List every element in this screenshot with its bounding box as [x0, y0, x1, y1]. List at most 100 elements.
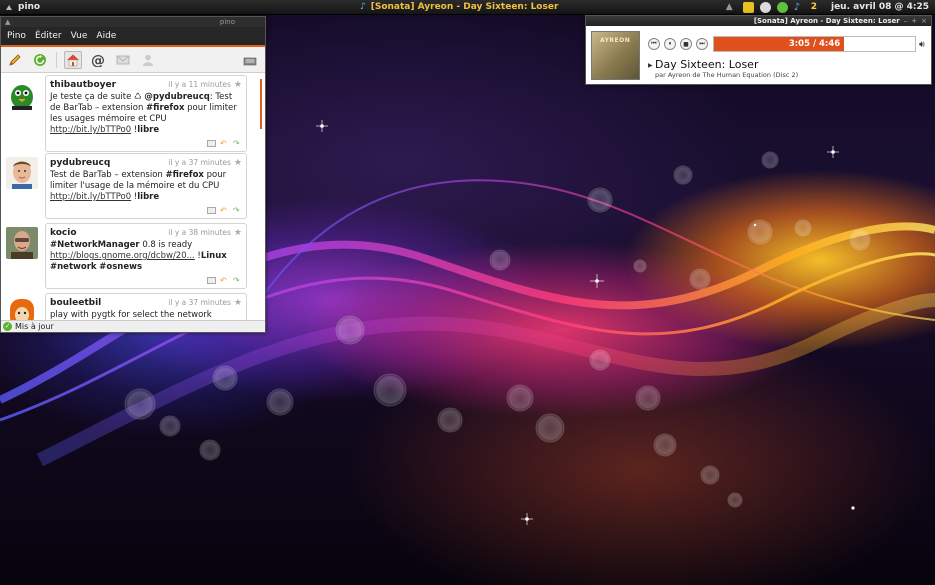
- active-app-name[interactable]: pino: [18, 2, 40, 12]
- pause-icon[interactable]: ⏸: [664, 38, 676, 50]
- home-icon[interactable]: [64, 50, 82, 69]
- workspace-number[interactable]: 2: [811, 2, 817, 12]
- panel-left: pino: [0, 2, 300, 12]
- update-icon[interactable]: [776, 1, 788, 13]
- network-icon[interactable]: [759, 1, 771, 13]
- expand-arrow-icon[interactable]: ▶: [648, 62, 653, 69]
- tweet-link[interactable]: http://bit.ly/bTTPo0: [50, 192, 131, 202]
- tweet-highlight[interactable]: #network: [50, 262, 97, 272]
- reply-icon[interactable]: ↶: [220, 277, 229, 285]
- compose-icon[interactable]: [241, 52, 259, 70]
- tweet-item[interactable]: bouleetbil il y a 37 minutes ★ play with …: [1, 293, 265, 321]
- pino-window-title: pino: [219, 18, 235, 26]
- tweet-link[interactable]: http://bit.ly/bTTPo0: [50, 125, 131, 135]
- tweet-highlight[interactable]: Linux: [201, 251, 227, 261]
- menu-editer[interactable]: Éditer: [35, 31, 62, 41]
- tweet-time: il y a 11 minutes: [168, 80, 231, 89]
- tweet-username[interactable]: kocio: [50, 228, 77, 238]
- favorite-star-icon[interactable]: ★: [234, 298, 242, 308]
- status-text: Mis à jour: [15, 322, 54, 331]
- panel-menu-icon[interactable]: [6, 4, 12, 10]
- mentions-icon[interactable]: @: [89, 51, 107, 69]
- tweet-highlight[interactable]: libre: [137, 125, 159, 135]
- track-title: Day Sixteen: Loser: [655, 58, 759, 71]
- clock[interactable]: jeu. avril 08 @ 4:25: [831, 2, 929, 12]
- tweet-bubble: kocio il y a 38 minutes ★ #NetworkManager…: [45, 223, 247, 289]
- tweet-highlight[interactable]: #osnews: [99, 262, 142, 272]
- tweet-bubble: thibautboyer il y a 11 minutes ★ Je teste…: [45, 75, 247, 152]
- avatar[interactable]: [6, 227, 38, 259]
- notification-icon[interactable]: ▲: [726, 2, 737, 13]
- minimize-icon[interactable]: –: [904, 17, 908, 25]
- refresh-icon[interactable]: [31, 51, 49, 69]
- tweet-text-part: Je teste ça de suite ♺: [50, 92, 145, 102]
- tweet-username[interactable]: pydubreucq: [50, 158, 110, 168]
- tweet-bubble: bouleetbil il y a 37 minutes ★ play with …: [45, 293, 247, 321]
- mail-icon[interactable]: [742, 1, 754, 13]
- menu-vue[interactable]: Vue: [71, 31, 88, 41]
- direct-message-icon[interactable]: [207, 140, 216, 147]
- menu-pino[interactable]: Pino: [7, 31, 26, 41]
- reply-icon[interactable]: ↶: [220, 140, 229, 148]
- tweet-text: #NetworkManager 0.8 is ready http://blog…: [50, 240, 242, 273]
- tweet-username[interactable]: thibautboyer: [50, 80, 116, 90]
- tweet-item[interactable]: kocio il y a 38 minutes ★ #NetworkManager…: [1, 223, 265, 289]
- track-artist: par Ayreon de The Human Equation (Disc 2…: [655, 71, 799, 79]
- sonata-tray-icon[interactable]: ♪: [794, 2, 805, 13]
- timeline[interactable]: thibautboyer il y a 11 minutes ★ Je teste…: [1, 73, 265, 321]
- tweet-bubble: pydubreucq il y a 37 minutes ★ Test de Ba…: [45, 153, 247, 219]
- direct-message-icon[interactable]: [207, 277, 216, 284]
- retweet-icon[interactable]: ↷: [233, 140, 242, 148]
- tweet-link[interactable]: http://blogs.gnome.org/dcbw/20...: [50, 251, 195, 261]
- tweet-text: Je teste ça de suite ♺ @pydubreucq: Test…: [50, 92, 242, 136]
- pino-titlebar[interactable]: ▲ pino: [1, 17, 265, 27]
- system-tray: ▲ ♪ 2 jeu. avril 08 @ 4:25: [726, 1, 929, 13]
- maximize-icon[interactable]: +: [911, 17, 917, 25]
- sonata-window: [Sonata] Ayreon - Day Sixteen: Loser – +…: [585, 15, 932, 85]
- direct-message-icon[interactable]: [207, 207, 216, 214]
- next-track-icon[interactable]: ⏭: [696, 38, 708, 50]
- stop-icon[interactable]: ■: [680, 38, 692, 50]
- volume-icon[interactable]: 🔊︎: [919, 40, 925, 50]
- music-note-icon: ♪: [360, 2, 366, 12]
- tweet-highlight[interactable]: #firefox: [166, 170, 204, 180]
- now-playing-applet[interactable]: ♪ [Sonata] Ayreon - Day Sixteen: Loser: [360, 2, 558, 12]
- pencil-icon[interactable]: [6, 51, 24, 69]
- tweet-item[interactable]: pydubreucq il y a 37 minutes ★ Test de Ba…: [1, 153, 265, 219]
- close-icon[interactable]: ×: [921, 17, 927, 25]
- direct-messages-icon[interactable]: [114, 51, 132, 69]
- album-art[interactable]: AYREON: [591, 31, 640, 80]
- tweet-text: Test de BarTab – extension #firefox pour…: [50, 170, 242, 203]
- tweet-highlight[interactable]: #firefox: [146, 103, 184, 113]
- favorite-star-icon[interactable]: ★: [234, 228, 242, 238]
- pino-window: ▲ pino Pino Éditer Vue Aide @ thibautboy…: [0, 16, 266, 333]
- retweet-icon[interactable]: ↷: [233, 277, 242, 285]
- tweet-highlight[interactable]: #NetworkManager: [50, 240, 140, 250]
- avatar[interactable]: [6, 157, 38, 189]
- timeline-scrollbar[interactable]: [260, 79, 262, 129]
- tweet-highlight[interactable]: libre: [137, 192, 159, 202]
- tweet-item[interactable]: thibautboyer il y a 11 minutes ★ Je teste…: [1, 75, 265, 152]
- top-panel: pino ♪ [Sonata] Ayreon - Day Sixteen: Lo…: [0, 0, 935, 15]
- toolbar-separator: [56, 51, 57, 68]
- tweet-time: il y a 37 minutes: [168, 298, 231, 307]
- reply-icon[interactable]: ↶: [220, 207, 229, 215]
- svg-text:@: @: [91, 53, 105, 67]
- tweet-highlight[interactable]: @pydubreucq: [144, 92, 209, 102]
- album-art-text: AYREON: [600, 37, 631, 44]
- user-icon[interactable]: [139, 51, 157, 69]
- progress-bar[interactable]: 3:05 / 4:46: [713, 36, 916, 52]
- previous-track-icon[interactable]: ⏮: [648, 38, 660, 50]
- retweet-icon[interactable]: ↷: [233, 207, 242, 215]
- avatar[interactable]: [6, 297, 38, 321]
- favorite-star-icon[interactable]: ★: [234, 80, 242, 90]
- pino-menubar: Pino Éditer Vue Aide: [1, 27, 265, 47]
- favorite-star-icon[interactable]: ★: [234, 158, 242, 168]
- avatar[interactable]: [6, 79, 38, 111]
- sonata-window-title: [Sonata] Ayreon - Day Sixteen: Loser: [753, 17, 900, 25]
- sonata-titlebar[interactable]: [Sonata] Ayreon - Day Sixteen: Loser – +…: [586, 16, 931, 26]
- tweet-username[interactable]: bouleetbil: [50, 298, 101, 308]
- window-menu-icon[interactable]: ▲: [5, 18, 10, 26]
- pino-statusbar: ✓ Mis à jour: [1, 320, 265, 332]
- menu-aide[interactable]: Aide: [96, 31, 116, 41]
